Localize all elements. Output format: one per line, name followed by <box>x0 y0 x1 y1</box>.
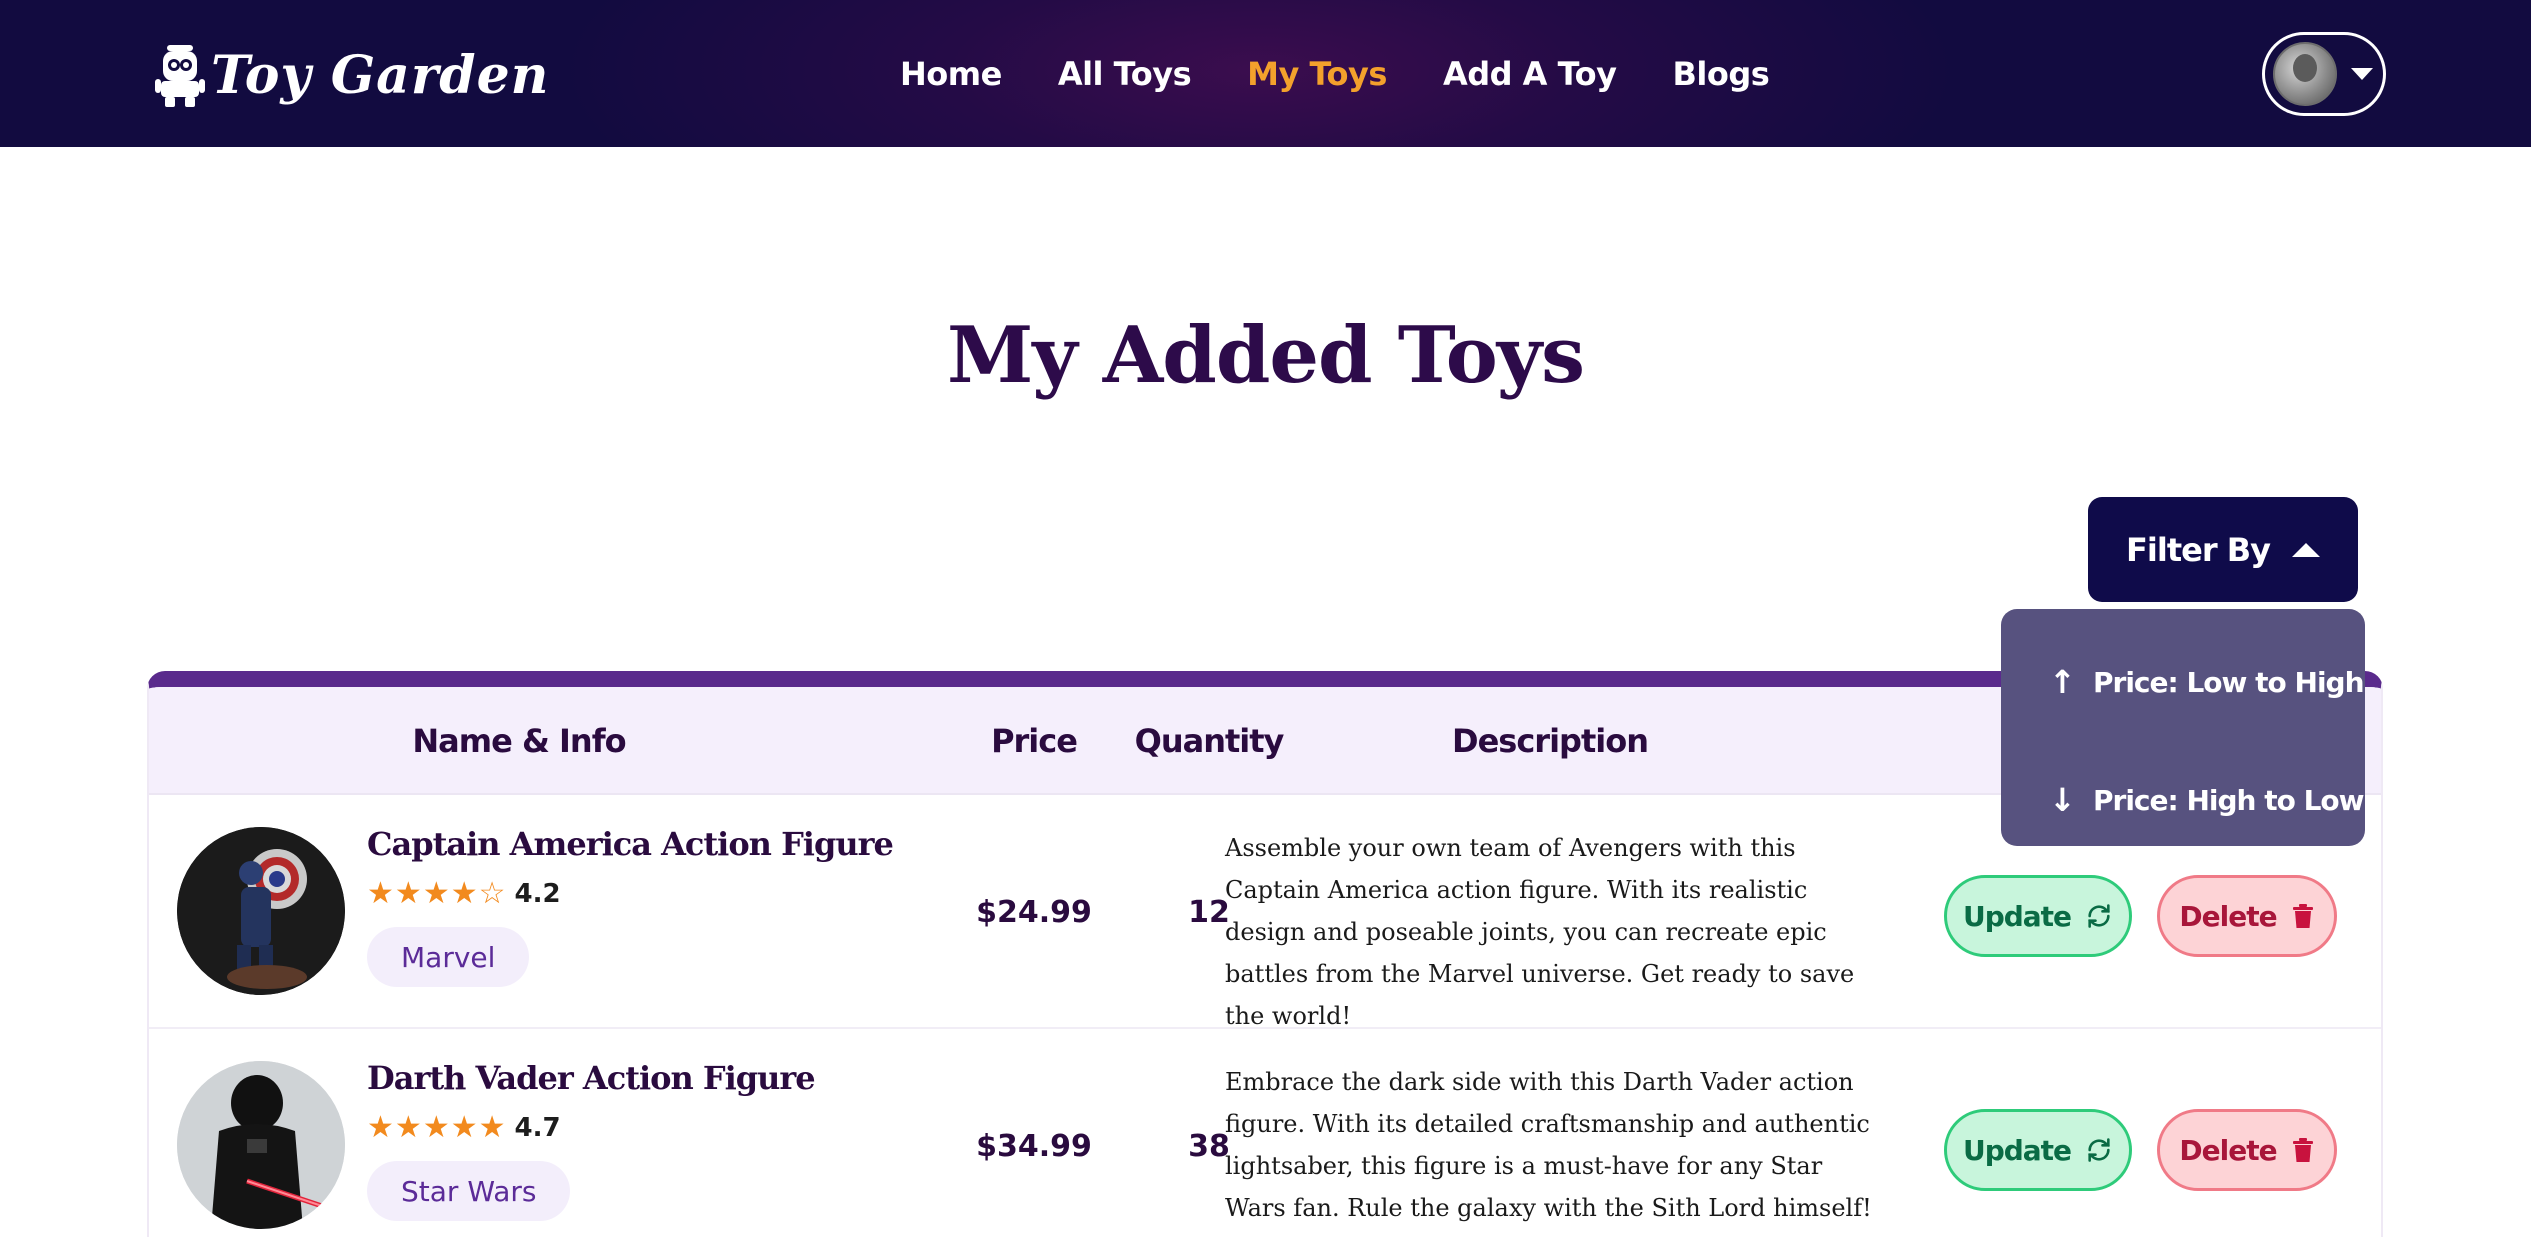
toy-name: Darth Vader Action Figure <box>367 1059 816 1097</box>
star-full-icon: ★ <box>394 1110 422 1145</box>
column-header-price: Price <box>991 722 1078 760</box>
avatar <box>2273 42 2337 106</box>
star-full-icon: ★ <box>450 876 478 911</box>
rating-stars: ★ ★ ★ ★ ★ 4.7 <box>367 1110 561 1145</box>
refresh-icon <box>2085 1136 2113 1164</box>
filter-option-low-to-high[interactable]: ↑ Price: Low to High <box>2001 637 2365 727</box>
toy-price: $34.99 <box>976 1128 1092 1164</box>
category-tag: Marvel <box>367 927 530 987</box>
update-button-label: Update <box>1962 1133 2072 1167</box>
update-button[interactable]: Update <box>1944 875 2132 957</box>
rating-value: 4.7 <box>514 1113 561 1143</box>
filter-option-high-to-low[interactable]: ↓ Price: High to Low <box>2001 755 2365 845</box>
rating-stars: ★ ★ ★ ★ ☆ 4.2 <box>367 876 561 911</box>
star-full-icon: ★ <box>367 876 394 911</box>
table-row: Darth Vader Action Figure ★ ★ ★ ★ ★ 4.7 … <box>149 1029 2381 1237</box>
brand-name: Toy Garden <box>211 44 550 106</box>
toy-price: $24.99 <box>976 894 1092 930</box>
chevron-up-icon <box>2291 542 2320 557</box>
nav-blogs[interactable]: Blogs <box>1672 55 1769 93</box>
filter-button-label: Filter By <box>2126 530 2271 569</box>
page-title: My Added Toys <box>946 310 1585 401</box>
star-full-icon: ★ <box>450 1110 478 1145</box>
delete-button[interactable]: Delete <box>2157 1109 2337 1191</box>
filter-option-label: Price: Low to High <box>2093 665 2365 699</box>
filter-button[interactable]: Filter By <box>2088 497 2358 602</box>
arrow-up-icon: ↑ <box>2049 663 2076 701</box>
arrow-down-icon: ↓ <box>2049 781 2076 819</box>
column-header-description: Description <box>1452 722 1649 760</box>
nav-my-toys[interactable]: My Toys <box>1247 55 1387 93</box>
update-button[interactable]: Update <box>1944 1109 2132 1191</box>
delete-button-label: Delete <box>2179 899 2277 933</box>
refresh-icon <box>2085 902 2113 930</box>
update-button-label: Update <box>1962 899 2072 933</box>
nav-add-a-toy[interactable]: Add A Toy <box>1443 55 1617 93</box>
trash-icon <box>2291 1137 2315 1163</box>
toy-image-captain-america <box>177 827 345 995</box>
star-full-icon: ★ <box>394 876 422 911</box>
filter-dropdown: ↑ Price: Low to High ↓ Price: High to Lo… <box>2001 609 2365 846</box>
profile-menu-button[interactable] <box>2262 32 2386 116</box>
toy-description: Assemble your own team of Avengers with … <box>1225 834 1855 1030</box>
star-full-icon: ★ <box>422 876 450 911</box>
trash-icon <box>2291 903 2315 929</box>
chevron-down-icon <box>2351 68 2373 80</box>
brand-logo[interactable]: Toy Garden <box>155 40 549 110</box>
category-tag: Star Wars <box>367 1161 571 1221</box>
column-header-name-info: Name & Info <box>412 722 626 760</box>
toy-name: Captain America Action Figure <box>367 825 894 863</box>
rating-value: 4.2 <box>514 879 561 909</box>
main-nav: Home All Toys My Toys Add A Toy Blogs <box>900 48 1825 100</box>
star-full-icon: ★ <box>478 1110 506 1145</box>
navbar: Toy Garden Home All Toys My Toys Add A T… <box>0 0 2531 147</box>
toy-description: Embrace the dark side with this Darth Va… <box>1225 1068 1872 1222</box>
robot-icon <box>155 45 205 107</box>
nav-all-toys[interactable]: All Toys <box>1058 55 1192 93</box>
star-full-icon: ★ <box>422 1110 450 1145</box>
delete-button[interactable]: Delete <box>2157 875 2337 957</box>
column-header-quantity: Quantity <box>1134 722 1285 760</box>
star-empty-icon: ☆ <box>478 876 506 911</box>
star-full-icon: ★ <box>367 1110 394 1145</box>
toy-image-darth-vader <box>177 1061 345 1229</box>
nav-home[interactable]: Home <box>900 55 1002 93</box>
delete-button-label: Delete <box>2179 1133 2277 1167</box>
filter-option-label: Price: High to Low <box>2093 783 2365 817</box>
